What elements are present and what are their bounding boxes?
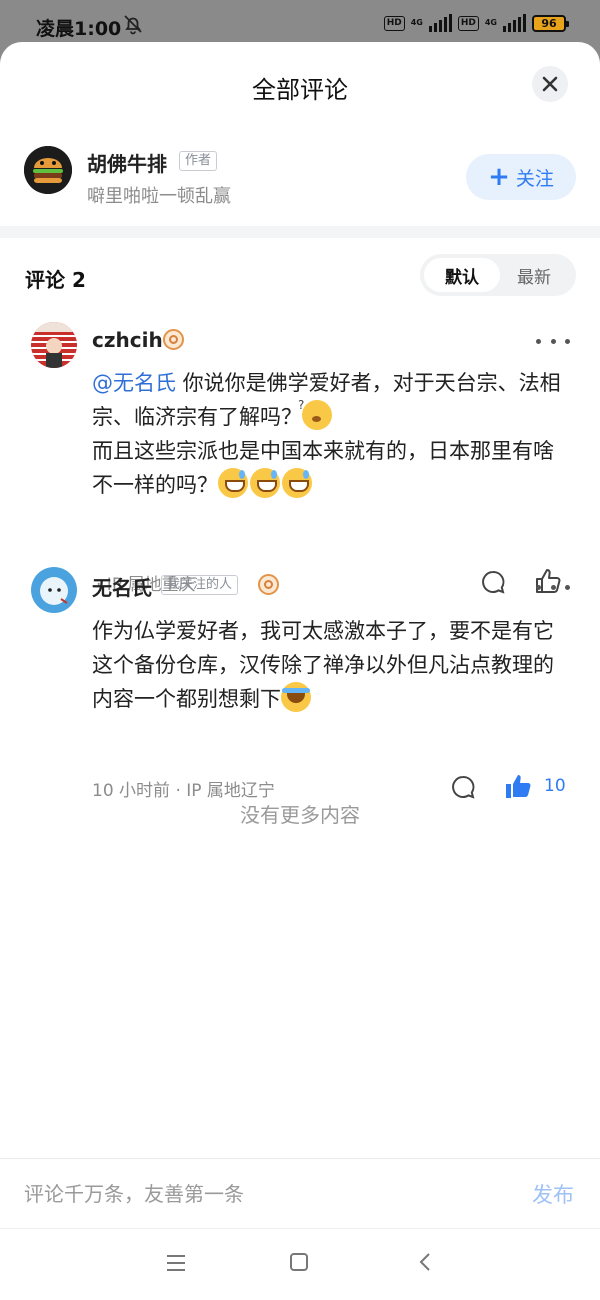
menu-icon[interactable] [167,1255,185,1271]
close-icon [542,76,558,92]
reply-icon[interactable] [450,774,476,800]
author-name[interactable]: 胡佛牛排 [87,148,167,177]
send-button[interactable]: 发布 [532,1179,574,1209]
comment-username[interactable]: czhcih [92,328,163,352]
user-avatar-image [31,567,77,613]
like-filled-icon[interactable] [504,772,532,800]
author-badge: 作者 [179,151,218,171]
section-divider [0,226,600,238]
comment-text: 作为仏学爱好者，我可太感激本子了，要不是有它这个备份仓库，汉传除了禅净以外但凡沾… [92,619,554,712]
level-badge-icon [163,329,184,350]
sheet-title: 全部评论 [252,76,348,104]
comments-sheet: 全部评论 胡佛牛排 作者 噼里啪啦一顿乱赢 + 关注 评论 2 默认 最新 cz… [0,42,600,1300]
avatar[interactable] [31,322,77,368]
back-icon[interactable] [418,1253,432,1271]
comment-meta: 10 小时前 · IP 属地辽宁 [92,781,275,801]
hd-indicator: HD [383,15,405,31]
thinking-emoji-icon [298,388,332,430]
avatar[interactable] [24,146,72,194]
home-icon[interactable] [290,1253,308,1271]
sweat-smile-emoji-icon [282,468,312,498]
network-type: 4G [484,18,497,27]
comments-header: 评论 2 默认 最新 [0,254,600,300]
like-count: 10 [544,776,566,796]
sort-latest-tab[interactable]: 最新 [496,258,572,292]
status-indicators: HD 4G HD 4G 96 [383,14,569,32]
signal-icon [428,14,452,32]
comment-item: czhcih @无名氏 你说你是佛学爱好者，对于天台宗、法相宗、临济宗有了解吗？… [0,320,600,595]
comment-item: 无名氏 我关注的人 作为仏学爱好者，我可太感激本子了，要不是有它这个备份仓库，汉… [0,564,600,801]
plus-icon: + [488,162,510,192]
follow-label: 关注 [515,167,554,190]
follow-button[interactable]: + 关注 [466,154,576,200]
level-badge-icon [258,574,279,595]
sweat-smile-emoji-icon [250,468,280,498]
signal-icon [503,14,526,32]
sort-default-tab[interactable]: 默认 [424,258,500,292]
comment-input-bar: 发布 [0,1158,600,1230]
avatar[interactable] [31,567,77,613]
crying-laughing-emoji-icon [281,682,311,712]
burger-icon [24,146,72,194]
user-avatar-image [31,322,77,368]
network-type: 4G [410,18,423,27]
comment-input[interactable] [24,1177,504,1211]
system-nav-bar [0,1228,600,1300]
more-options-icon[interactable] [536,582,570,592]
comments-count: 评论 2 [25,268,86,292]
comment-text: @无名氏 你说你是佛学爱好者，对于天台宗、法相宗、临济宗有了解吗？ 而且这些宗派… [92,366,572,502]
bell-off-icon [124,15,142,35]
hd-indicator: HD [457,15,479,31]
mention-link[interactable]: @无名氏 [92,371,176,395]
close-button[interactable] [532,66,568,102]
author-subtitle: 噼里啪啦一顿乱赢 [87,186,231,207]
status-time: 凌晨1:00 [36,18,122,40]
comment-username[interactable]: 无名氏 [92,572,152,601]
battery-icon: 96 [532,14,569,32]
more-options-icon[interactable] [536,336,570,346]
author-row: 胡佛牛排 作者 噼里啪啦一顿乱赢 + 关注 [0,142,600,226]
following-badge: 我关注的人 [161,575,239,595]
sort-toggle: 默认 最新 [420,254,576,296]
end-of-list-note: 没有更多内容 [240,803,360,827]
sweat-smile-emoji-icon [218,468,248,498]
